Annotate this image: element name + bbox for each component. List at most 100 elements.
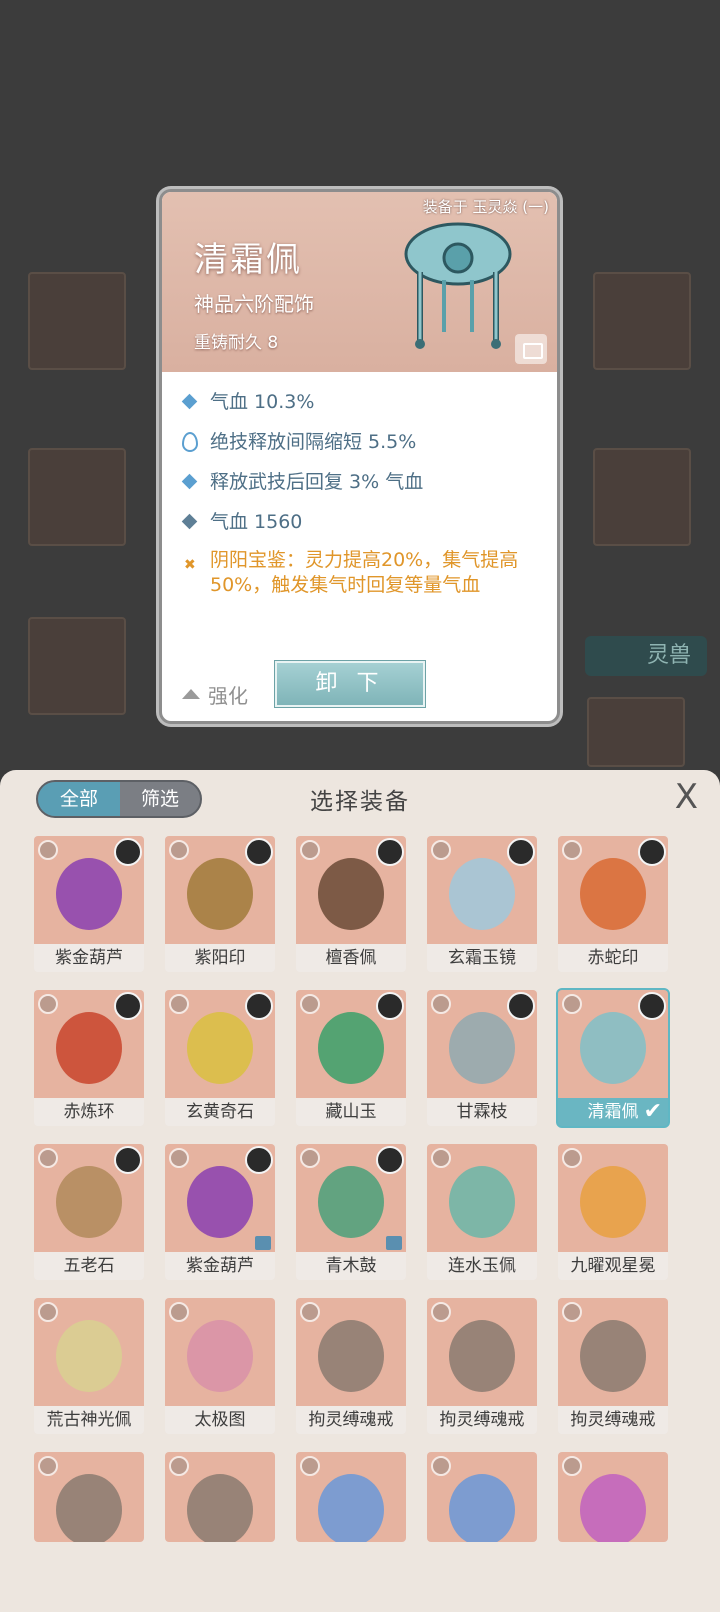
item-icon bbox=[580, 1166, 646, 1238]
item-icon bbox=[580, 1012, 646, 1084]
quality-icon bbox=[169, 1302, 189, 1322]
item-icon bbox=[56, 1012, 122, 1084]
quality-icon bbox=[169, 1456, 189, 1476]
equipment-card[interactable]: 九曜观星冕 bbox=[558, 1144, 668, 1280]
equipment-card[interactable]: 连水玉佩 bbox=[427, 1144, 537, 1280]
equipment-card[interactable] bbox=[427, 1452, 537, 1542]
item-icon bbox=[580, 858, 646, 930]
equipment-card[interactable]: 藏山玉 bbox=[296, 990, 406, 1126]
equipment-card[interactable]: 赤蛇印 bbox=[558, 836, 668, 972]
diamond-icon bbox=[181, 513, 198, 530]
quality-icon bbox=[300, 994, 320, 1014]
equipment-name: 连水玉佩 bbox=[427, 1252, 537, 1280]
equipment-card[interactable]: 荒古神光佩 bbox=[34, 1298, 144, 1434]
equipment-name: 拘灵缚魂戒 bbox=[427, 1406, 537, 1434]
equipment-card[interactable]: 紫金葫芦 bbox=[34, 836, 144, 972]
quality-icon bbox=[562, 1148, 582, 1168]
lock-icon bbox=[386, 1236, 402, 1250]
owner-avatar bbox=[376, 1146, 404, 1174]
quality-icon bbox=[562, 840, 582, 860]
equipment-card[interactable] bbox=[165, 1452, 275, 1542]
stat-line: 气血 10.3% bbox=[180, 382, 545, 422]
owner-avatar bbox=[507, 838, 535, 866]
item-grade: 神品六阶配饰 bbox=[194, 292, 314, 316]
equipment-card[interactable]: 五老石 bbox=[34, 1144, 144, 1280]
equipment-card[interactable] bbox=[296, 1452, 406, 1542]
item-icon bbox=[187, 1474, 253, 1542]
equipment-card[interactable]: 甘霖枝 bbox=[427, 990, 537, 1126]
item-icon bbox=[449, 1474, 515, 1542]
equipment-card[interactable]: 清霜佩 ✔ bbox=[556, 988, 670, 1128]
equipment-card[interactable]: 拘灵缚魂戒 bbox=[296, 1298, 406, 1434]
equipment-name: 紫金葫芦 bbox=[165, 1252, 275, 1280]
equipment-card[interactable]: 玄黄奇石 bbox=[165, 990, 275, 1126]
equipment-name: 檀香佩 bbox=[296, 944, 406, 972]
item-durability: 重铸耐久 8 bbox=[194, 333, 279, 353]
equipment-name: 玄霜玉镜 bbox=[427, 944, 537, 972]
equipment-card[interactable]: 赤炼环 bbox=[34, 990, 144, 1126]
item-icon bbox=[187, 1320, 253, 1392]
special-effect: ✖ 阴阳宝鉴：灵力提高20%，集气提高50%，触发集气时回复等量气血 bbox=[184, 549, 519, 596]
quality-icon bbox=[300, 1456, 320, 1476]
quality-icon bbox=[169, 994, 189, 1014]
item-icon bbox=[318, 1012, 384, 1084]
equipment-card[interactable]: 紫阳印 bbox=[165, 836, 275, 972]
quality-icon bbox=[431, 1302, 451, 1322]
equipment-card[interactable]: 青木鼓 bbox=[296, 1144, 406, 1280]
stats-list: 气血 10.3% 绝技释放间隔缩短 5.5% 释放武技后回复 3% 气血 气血 … bbox=[180, 382, 545, 598]
equipment-name: 太极图 bbox=[165, 1406, 275, 1434]
owner-avatar bbox=[114, 838, 142, 866]
quality-icon bbox=[431, 1148, 451, 1168]
item-icon bbox=[187, 858, 253, 930]
owner-avatar bbox=[376, 838, 404, 866]
owner-avatar bbox=[245, 838, 273, 866]
bg-equipment-slot bbox=[593, 272, 691, 370]
item-name: 清霜佩 bbox=[194, 240, 302, 280]
owner-avatar bbox=[114, 1146, 142, 1174]
unequip-button[interactable]: 卸 下 bbox=[274, 660, 426, 708]
lock-button[interactable] bbox=[515, 334, 547, 364]
quality-icon bbox=[431, 1456, 451, 1476]
item-icon bbox=[187, 1012, 253, 1084]
item-icon bbox=[56, 1166, 122, 1238]
quality-icon bbox=[300, 1302, 320, 1322]
equipment-card[interactable]: 檀香佩 bbox=[296, 836, 406, 972]
quality-icon bbox=[169, 840, 189, 860]
diamond-icon bbox=[181, 473, 198, 490]
equipment-card[interactable] bbox=[34, 1452, 144, 1542]
quality-icon bbox=[169, 1148, 189, 1168]
item-icon bbox=[449, 1012, 515, 1084]
stat-line: 释放武技后回复 3% 气血 bbox=[180, 462, 545, 502]
item-icon bbox=[318, 1474, 384, 1542]
equipment-card[interactable]: 太极图 bbox=[165, 1298, 275, 1434]
owner-avatar bbox=[114, 992, 142, 1020]
quality-icon bbox=[38, 1456, 58, 1476]
item-icon bbox=[56, 1320, 122, 1392]
equipment-card[interactable]: 玄霜玉镜 bbox=[427, 836, 537, 972]
equipment-name: 甘霖枝 bbox=[427, 1098, 537, 1126]
panel-title: 选择装备 bbox=[310, 789, 410, 815]
equipment-card[interactable] bbox=[558, 1452, 668, 1542]
quality-icon bbox=[562, 994, 582, 1014]
equipment-name: 藏山玉 bbox=[296, 1098, 406, 1126]
pendant-icon bbox=[404, 222, 512, 349]
item-icon bbox=[187, 1166, 253, 1238]
equipment-card[interactable]: 拘灵缚魂戒 bbox=[427, 1298, 537, 1434]
owner-avatar bbox=[245, 992, 273, 1020]
quality-icon bbox=[431, 994, 451, 1014]
equipment-name: 九曜观星冕 bbox=[558, 1252, 668, 1280]
bg-equipment-slot bbox=[593, 448, 691, 546]
equipment-card[interactable]: 紫金葫芦 bbox=[165, 1144, 275, 1280]
owner-avatar bbox=[245, 1146, 273, 1174]
equipment-name: 赤蛇印 bbox=[558, 944, 668, 972]
select-equipment-panel: 全部 筛选 选择装备 X 紫金葫芦 紫阳印 檀香佩 玄霜玉镜 赤蛇印 赤炼环 玄黄奇石 藏山玉… bbox=[0, 770, 720, 1612]
close-button[interactable]: X bbox=[675, 780, 698, 814]
equipment-name: 赤炼环 bbox=[34, 1098, 144, 1126]
enhance-button[interactable]: 强化 bbox=[182, 680, 248, 709]
equipment-card[interactable]: 拘灵缚魂戒 bbox=[558, 1298, 668, 1434]
item-icon bbox=[318, 1166, 384, 1238]
item-icon bbox=[580, 1474, 646, 1542]
owner-avatar bbox=[638, 992, 666, 1020]
quality-icon bbox=[300, 1148, 320, 1168]
equipment-name: 五老石 bbox=[34, 1252, 144, 1280]
